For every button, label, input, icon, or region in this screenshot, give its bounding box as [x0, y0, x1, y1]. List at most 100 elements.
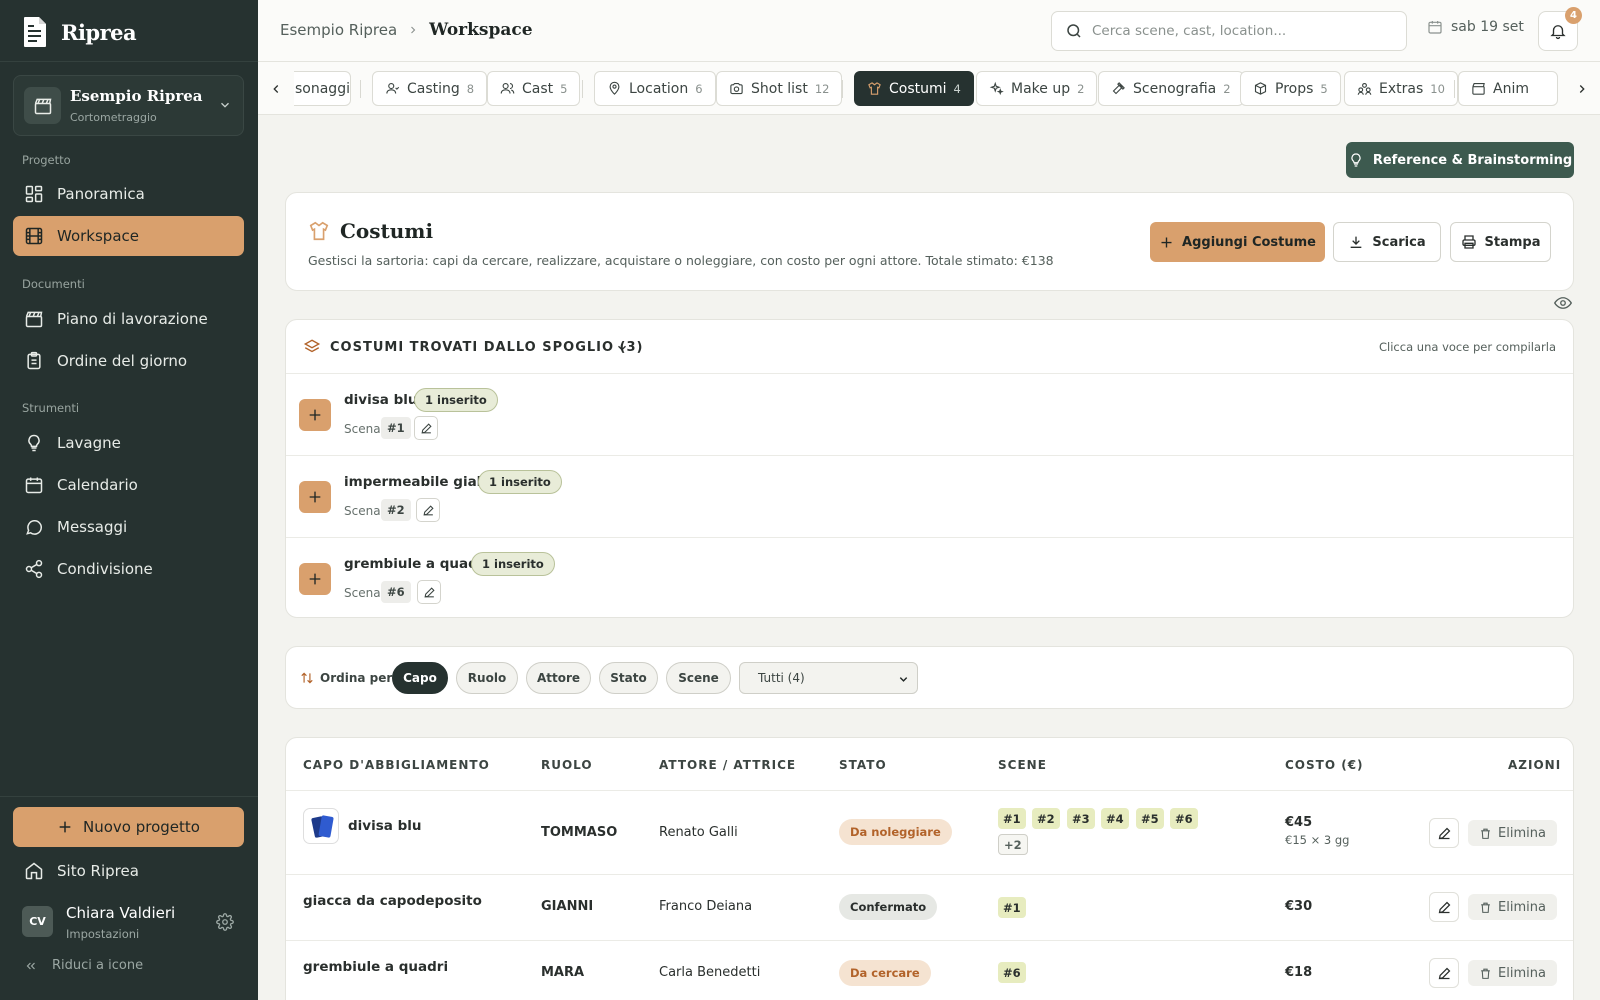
tabs-track: sonaggi Casting 8 Cast 5 Location 6 Shot li… — [294, 71, 1564, 107]
chevron-down-icon — [218, 98, 232, 112]
delete-button[interactable]: Elimina — [1468, 820, 1557, 846]
tab-cast[interactable]: Cast 5 — [487, 71, 581, 106]
scene-label: Scena — [344, 422, 381, 436]
film-icon — [24, 226, 44, 246]
sort-bar: Ordina per Capo Ruolo Attore Stato Scene… — [285, 646, 1574, 709]
sidebar-item-piano[interactable]: Piano di lavorazione — [13, 299, 244, 339]
tab-costumi[interactable]: Costumi 4 — [854, 71, 974, 106]
edit-scene-button[interactable] — [417, 580, 441, 604]
sort-option-scene[interactable]: Scene — [666, 662, 731, 694]
search-input[interactable] — [1092, 23, 1392, 39]
filter-value: Tutti (4) — [758, 671, 805, 685]
more-scenes-tag[interactable]: +2 — [998, 834, 1028, 855]
user-name: Chiara Valdieri — [66, 904, 176, 922]
sidebar-item-label: Lavagne — [57, 434, 121, 452]
tabs-scroll-right-button[interactable] — [1564, 62, 1600, 114]
eye-icon[interactable] — [1554, 296, 1572, 310]
filter-select[interactable]: Tutti (4) — [739, 662, 918, 694]
topbar: Esempio Riprea Workspace sab 19 set 4 — [258, 0, 1600, 62]
edit-scene-button[interactable] — [414, 416, 438, 440]
list-item[interactable]: divisa blu 1 inserito Scena #1 — [286, 375, 1573, 456]
print-button[interactable]: Stampa — [1450, 222, 1551, 262]
edit-button[interactable] — [1429, 958, 1459, 988]
delete-button[interactable]: Elimina — [1468, 960, 1557, 986]
tab-casting[interactable]: Casting 8 — [372, 71, 488, 106]
collapse-sidebar-button[interactable]: Riduci a icone — [24, 958, 143, 973]
add-item-button[interactable] — [299, 399, 331, 431]
home-icon — [24, 861, 44, 881]
add-item-button[interactable] — [299, 563, 331, 595]
column-header: AZIONI — [1508, 758, 1562, 772]
tab-scenografia[interactable]: Scenografia 2 — [1098, 71, 1244, 106]
gear-icon[interactable] — [216, 913, 234, 931]
new-project-button[interactable]: Nuovo progetto — [13, 807, 244, 847]
sidebar-item-condivisione[interactable]: Condivisione — [13, 549, 244, 589]
scene-tag: #1 — [998, 897, 1026, 918]
item-name: impermeabile giallo — [344, 474, 496, 490]
edit-scene-button[interactable] — [416, 498, 440, 522]
shirt-icon — [308, 220, 330, 242]
item-name: divisa blu — [344, 392, 418, 408]
clipboard-icon — [24, 351, 44, 371]
collapse-label: Riduci a icone — [52, 958, 144, 973]
sidebar-item-panoramica[interactable]: Panoramica — [13, 174, 244, 214]
tab-personaggi[interactable]: sonaggi — [294, 71, 351, 106]
spoglio-hint: Clicca una voce per compilarla — [1379, 340, 1556, 354]
sidebar-item-ordine[interactable]: Ordine del giorno — [13, 341, 244, 381]
tabs-scroll-left-button[interactable] — [258, 62, 294, 114]
sidebar-item-calendario[interactable]: Calendario — [13, 465, 244, 505]
sidebar-item-sito[interactable]: Sito Riprea — [13, 851, 244, 891]
tab-animali[interactable]: Anim — [1458, 71, 1558, 106]
delete-label: Elimina — [1498, 899, 1546, 915]
tab-extras[interactable]: Extras 10 — [1344, 71, 1458, 106]
sidebar-item-lavagne[interactable]: Lavagne — [13, 423, 244, 463]
table-row[interactable]: giacca da capodeposito GIANNI Franco Dei… — [286, 874, 1573, 940]
list-item[interactable]: impermeabile giallo 1 inserito Scena #2 — [286, 457, 1573, 538]
sort-option-stato[interactable]: Stato — [599, 662, 658, 694]
costumi-header-card: Costumi Gestisci la sartoria: capi da ce… — [285, 192, 1574, 291]
status-badge: Da noleggiare — [839, 819, 952, 845]
spoglio-title: COSTUMI TROVATI DALLO SPOGLIO (3) — [330, 340, 644, 355]
sidebar-item-label: Sito Riprea — [57, 862, 139, 880]
sidebar-item-messaggi[interactable]: Messaggi — [13, 507, 244, 547]
tab-shot-list[interactable]: Shot list 12 — [716, 71, 843, 106]
notifications-button[interactable]: 4 — [1538, 7, 1582, 51]
spoglio-header[interactable]: COSTUMI TROVATI DALLO SPOGLIO (3) Clicca… — [286, 320, 1573, 374]
project-switcher[interactable]: Esempio Riprea Cortometraggio — [13, 75, 244, 136]
scene-label: Scena — [344, 586, 381, 600]
user-settings-label[interactable]: Impostazioni — [66, 927, 139, 941]
tab-make-up[interactable]: Make up 2 — [976, 71, 1098, 106]
column-header: ATTORE / ATTRICE — [659, 758, 797, 772]
tab-location[interactable]: Location 6 — [594, 71, 716, 106]
delete-button[interactable]: Elimina — [1468, 894, 1557, 920]
edit-button[interactable] — [1429, 818, 1459, 848]
list-item[interactable]: grembiule a quadri 1 inserito Scena #6 — [286, 539, 1573, 620]
sort-option-capo[interactable]: Capo — [392, 662, 448, 694]
section-tabs: sonaggi Casting 8 Cast 5 Location 6 Shot li… — [258, 62, 1600, 115]
sort-option-ruolo[interactable]: Ruolo — [456, 662, 518, 694]
table-row[interactable]: grembiule a quadri MARA Carla Benedetti … — [286, 940, 1573, 1000]
scene-tag: #6 — [998, 962, 1026, 983]
add-costume-button[interactable]: Aggiungi Costume — [1150, 222, 1325, 262]
table-row[interactable]: divisa blu TOMMASO Renato Galli Da noleg… — [286, 790, 1573, 874]
chevrons-left-icon — [24, 959, 38, 973]
edit-button[interactable] — [1429, 892, 1459, 922]
add-item-button[interactable] — [299, 481, 331, 513]
tab-props[interactable]: Props 5 — [1240, 71, 1341, 106]
sort-icon — [300, 671, 314, 685]
download-button[interactable]: Scarica — [1333, 222, 1441, 262]
app-logo[interactable]: Riprea — [23, 15, 137, 49]
printer-icon — [1461, 234, 1477, 250]
project-name: Esempio Riprea — [70, 87, 203, 105]
reference-brainstorming-button[interactable]: Reference & Brainstorming — [1346, 142, 1574, 178]
current-date[interactable]: sab 19 set — [1427, 19, 1524, 35]
costume-name: giacca da capodeposito — [303, 893, 482, 909]
costume-name: divisa blu — [348, 818, 422, 834]
clapperboard-icon — [24, 87, 61, 124]
breadcrumb-parent[interactable]: Esempio Riprea — [280, 21, 397, 39]
sort-option-attore[interactable]: Attore — [526, 662, 591, 694]
tab-label: Cast — [522, 80, 554, 97]
sidebar-item-workspace[interactable]: Workspace — [13, 216, 244, 256]
role: GIANNI — [541, 899, 594, 914]
avatar[interactable]: CV — [22, 906, 53, 937]
